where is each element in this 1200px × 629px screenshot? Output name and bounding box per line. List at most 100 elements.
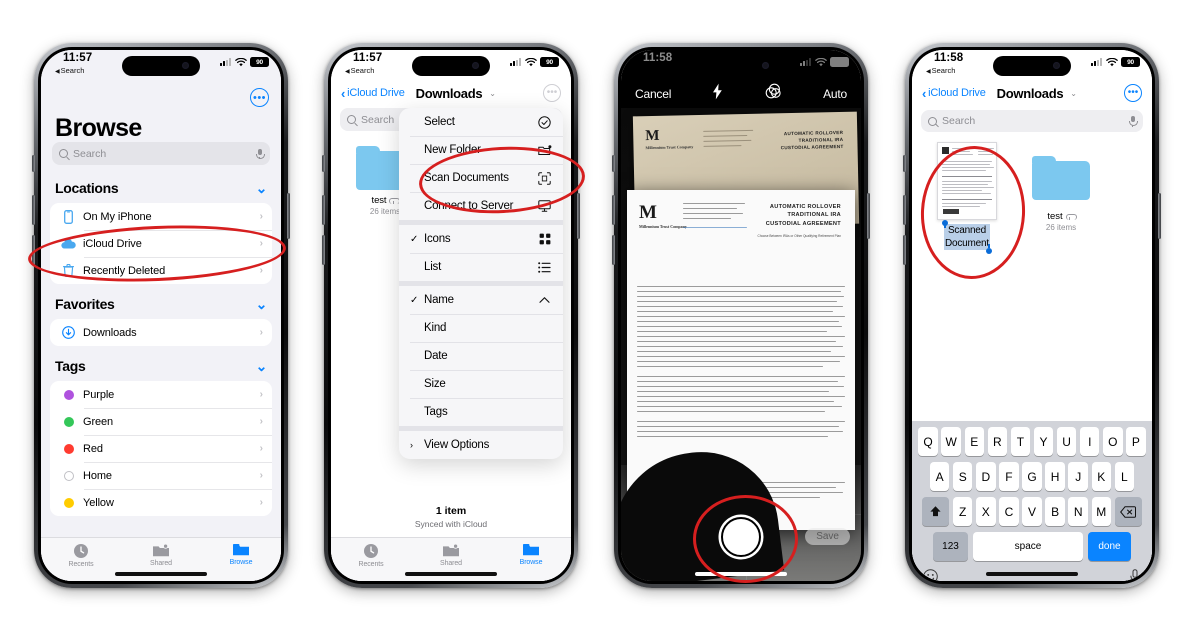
key-h[interactable]: H [1045, 462, 1065, 491]
key-i[interactable]: I [1079, 427, 1100, 456]
key-y[interactable]: Y [1033, 427, 1054, 456]
shutter-button[interactable] [721, 517, 761, 557]
power-button[interactable] [577, 193, 580, 239]
selection-handle-end[interactable] [985, 244, 992, 254]
silent-switch[interactable] [612, 155, 615, 172]
tab-recents[interactable]: Recents [41, 543, 121, 568]
cancel-button[interactable]: Cancel [635, 87, 671, 101]
silent-switch[interactable] [322, 155, 325, 172]
backspace-icon[interactable] [1114, 497, 1142, 526]
flash-icon[interactable] [712, 83, 723, 105]
back-button[interactable]: ‹ iCloud Drive [341, 86, 405, 101]
key-k[interactable]: K [1091, 462, 1112, 491]
key-j[interactable]: J [1068, 462, 1088, 491]
more-options-button[interactable]: ••• [250, 88, 269, 107]
emoji-icon[interactable] [923, 569, 938, 581]
menu-item-view-options[interactable]: › View Options [399, 431, 563, 459]
search-input[interactable]: Search [52, 142, 270, 165]
tag-item-purple[interactable]: Purple › [50, 381, 272, 408]
menu-item-connect-to-server[interactable]: ✓ Connect to Server [399, 192, 563, 220]
selection-handle-start[interactable] [942, 220, 948, 228]
key-g[interactable]: G [1022, 462, 1042, 491]
menu-item-list[interactable]: ✓ List [399, 253, 563, 281]
more-options-button[interactable]: ••• [543, 84, 561, 102]
menu-item-icons[interactable]: ✓ Icons [399, 225, 563, 253]
volume-up-button[interactable] [32, 195, 35, 225]
chevron-down-icon[interactable]: ⌄ [256, 358, 268, 375]
power-button[interactable] [287, 193, 290, 239]
microphone-icon[interactable] [1129, 116, 1138, 127]
menu-item-kind[interactable]: ✓ Kind [399, 314, 563, 342]
auto-mode-button[interactable]: Auto [823, 87, 847, 101]
volume-up-button[interactable] [612, 195, 615, 225]
tag-item-yellow[interactable]: Yellow › [50, 489, 272, 516]
key-w[interactable]: W [941, 427, 961, 456]
key-b[interactable]: B [1045, 497, 1065, 526]
tab-recents[interactable]: Recents [331, 543, 411, 568]
key-r[interactable]: R [987, 427, 1008, 456]
chevron-down-icon[interactable]: ⌄ [256, 180, 268, 197]
key-d[interactable]: D [976, 462, 996, 491]
microphone-icon[interactable] [1129, 569, 1141, 581]
key-m[interactable]: M [1091, 497, 1112, 526]
numbers-key[interactable]: 123 [933, 532, 968, 561]
key-u[interactable]: U [1056, 427, 1077, 456]
power-button[interactable] [867, 193, 870, 239]
volume-up-button[interactable] [322, 195, 325, 225]
chevron-down-icon[interactable]: ⌄ [489, 89, 496, 98]
filter-icon[interactable] [765, 83, 782, 105]
volume-down-button[interactable] [322, 235, 325, 265]
sidebar-item-recently-deleted[interactable]: Recently Deleted › [50, 257, 272, 284]
menu-item-select[interactable]: ✓ Select [399, 108, 563, 136]
key-n[interactable]: N [1068, 497, 1088, 526]
key-p[interactable]: P [1126, 427, 1146, 456]
microphone-icon[interactable] [256, 148, 265, 159]
key-x[interactable]: X [976, 497, 996, 526]
sidebar-item-downloads[interactable]: Downloads › [50, 319, 272, 346]
tab-browse[interactable]: Browse [491, 543, 571, 566]
folder-item-test[interactable]: test 26 items [1022, 142, 1100, 251]
tab-shared[interactable]: Shared [411, 543, 491, 567]
key-z[interactable]: Z [952, 497, 973, 526]
key-t[interactable]: T [1010, 427, 1031, 456]
menu-item-size[interactable]: ✓ Size [399, 370, 563, 398]
chevron-down-icon[interactable]: ⌄ [256, 296, 268, 313]
shift-icon[interactable] [922, 497, 950, 526]
filename-edit-field[interactable]: Scanned Document [942, 220, 992, 254]
tag-item-red[interactable]: Red › [50, 435, 272, 462]
key-a[interactable]: A [929, 462, 950, 491]
volume-down-button[interactable] [903, 235, 906, 265]
search-input[interactable]: Search [921, 110, 1143, 132]
key-c[interactable]: C [999, 497, 1019, 526]
menu-item-scan-documents[interactable]: ✓ Scan Documents [399, 164, 563, 192]
menu-item-tags[interactable]: ✓ Tags [399, 398, 563, 426]
tab-shared[interactable]: Shared [121, 543, 201, 567]
space-key[interactable]: space [973, 532, 1083, 561]
back-button[interactable]: ‹ iCloud Drive [922, 86, 986, 101]
sidebar-item-on-my-iphone[interactable]: On My iPhone › [50, 203, 272, 230]
power-button[interactable] [1158, 193, 1161, 239]
volume-up-button[interactable] [903, 195, 906, 225]
chevron-down-icon[interactable]: ⌄ [1070, 89, 1077, 98]
tag-item-home[interactable]: Home › [50, 462, 272, 489]
done-key[interactable]: done [1088, 532, 1131, 561]
key-e[interactable]: E [964, 427, 985, 456]
silent-switch[interactable] [903, 155, 906, 172]
sidebar-item-icloud-drive[interactable]: iCloud Drive › [50, 230, 272, 257]
volume-down-button[interactable] [612, 235, 615, 265]
menu-item-new-folder[interactable]: ✓ New Folder [399, 136, 563, 164]
key-v[interactable]: V [1022, 497, 1042, 526]
key-s[interactable]: S [952, 462, 973, 491]
volume-down-button[interactable] [32, 235, 35, 265]
save-button[interactable]: Save [805, 528, 850, 545]
tab-browse[interactable]: Browse [201, 543, 281, 566]
key-o[interactable]: O [1103, 427, 1123, 456]
key-q[interactable]: Q [918, 427, 938, 456]
tag-item-green[interactable]: Green › [50, 408, 272, 435]
menu-item-name[interactable]: ✓ Name [399, 286, 563, 314]
silent-switch[interactable] [32, 155, 35, 172]
more-options-button[interactable]: ••• [1124, 84, 1142, 102]
scanned-document-item[interactable]: Scanned Document [928, 142, 1006, 254]
key-l[interactable]: L [1114, 462, 1135, 491]
menu-item-date[interactable]: ✓ Date [399, 342, 563, 370]
